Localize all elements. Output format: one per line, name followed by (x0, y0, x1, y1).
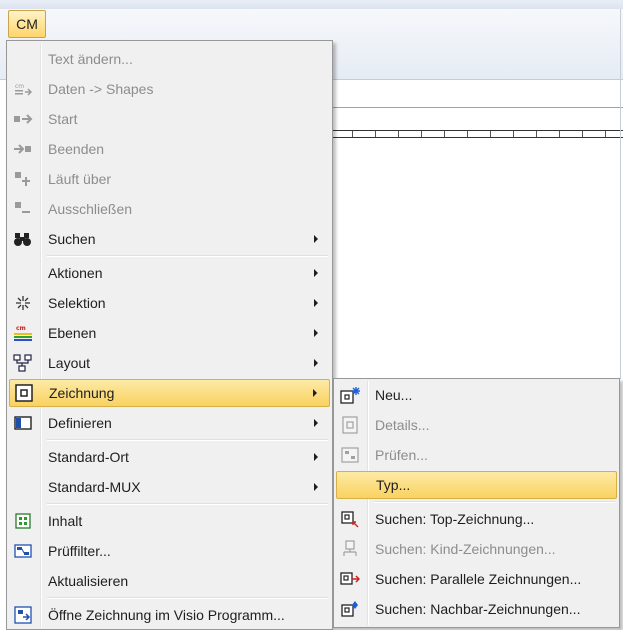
find-children-icon (339, 538, 361, 560)
menu-item-data-shapes[interactable]: cm Daten -> Shapes (9, 75, 330, 103)
menu-item-layout[interactable]: Layout (9, 349, 330, 377)
submenu-arrow-icon (314, 453, 318, 461)
binoculars-icon (12, 228, 34, 250)
menu-item-content[interactable]: Inhalt (9, 507, 330, 535)
drawing-icon (13, 382, 35, 404)
menu-item-drawing[interactable]: Zeichnung (9, 379, 330, 407)
new-drawing-icon (339, 384, 361, 406)
menu-separator (47, 597, 328, 599)
runs-over-icon (12, 168, 34, 190)
svg-text:cm: cm (15, 83, 24, 90)
menu-item-define[interactable]: Definieren (9, 409, 330, 437)
document-ruler (330, 130, 623, 138)
submenu-item-check[interactable]: Prüfen... (336, 441, 617, 469)
submenu-item-type[interactable]: Typ... (336, 471, 617, 499)
layout-icon (12, 352, 34, 374)
menu-item-selection[interactable]: Selektion (9, 289, 330, 317)
menu-separator (374, 501, 615, 503)
submenu-arrow-icon (314, 359, 318, 367)
data-shapes-icon: cm (12, 78, 34, 100)
drawing-submenu: Neu... Details... Prüfen... Typ... Suche… (333, 378, 620, 628)
menu-item-refresh[interactable]: Aktualisieren (9, 567, 330, 595)
content-icon (12, 510, 34, 532)
selection-icon (12, 292, 34, 314)
menu-item-search[interactable]: Suchen (9, 225, 330, 253)
submenu-arrow-icon (314, 235, 318, 243)
menu-separator (47, 439, 328, 441)
details-icon (339, 414, 361, 436)
cm-tab[interactable]: CM (8, 10, 46, 38)
submenu-arrow-icon (313, 389, 317, 397)
end-icon (12, 138, 34, 160)
menu-item-standard-location[interactable]: Standard-Ort (9, 443, 330, 471)
submenu-item-find-neighbor[interactable]: Suchen: Nachbar-Zeichnungen... (336, 595, 617, 623)
visio-open-icon (12, 604, 34, 626)
menu-item-open-in-visio[interactable]: Öffne Zeichnung im Visio Programm... (9, 601, 330, 629)
text-edit-icon (12, 48, 34, 70)
submenu-arrow-icon (314, 483, 318, 491)
menu-item-layers[interactable]: cm Ebenen (9, 319, 330, 347)
svg-text:cm: cm (16, 325, 26, 332)
cm-main-menu: Text ändern... cm Daten -> Shapes Start … (6, 40, 333, 630)
check-icon (339, 444, 361, 466)
submenu-item-find-parallel[interactable]: Suchen: Parallele Zeichnungen... (336, 565, 617, 593)
menu-item-runs-over[interactable]: Läuft über (9, 165, 330, 193)
submenu-arrow-icon (314, 299, 318, 307)
menu-item-start[interactable]: Start (9, 105, 330, 133)
menu-item-actions[interactable]: Aktionen (9, 259, 330, 287)
submenu-arrow-icon (314, 329, 318, 337)
menu-item-check-filter[interactable]: Prüffilter... (9, 537, 330, 565)
find-neighbor-icon (339, 598, 361, 620)
define-icon (12, 412, 34, 434)
check-filter-icon (12, 540, 34, 562)
menu-item-standard-mux[interactable]: Standard-MUX (9, 473, 330, 501)
find-parallel-icon (339, 568, 361, 590)
menu-item-text-edit[interactable]: Text ändern... (9, 45, 330, 73)
submenu-item-details[interactable]: Details... (336, 411, 617, 439)
exclude-icon (12, 198, 34, 220)
submenu-arrow-icon (314, 269, 318, 277)
document-border (330, 107, 623, 108)
submenu-item-find-top[interactable]: Suchen: Top-Zeichnung... (336, 505, 617, 533)
menu-item-end[interactable]: Beenden (9, 135, 330, 163)
find-top-icon (339, 508, 361, 530)
submenu-item-new[interactable]: Neu... (336, 381, 617, 409)
menu-separator (47, 255, 328, 257)
layers-icon: cm (12, 322, 34, 344)
submenu-item-find-children[interactable]: Suchen: Kind-Zeichnungen... (336, 535, 617, 563)
document-edge (620, 9, 621, 379)
menu-item-exclude[interactable]: Ausschließen (9, 195, 330, 223)
start-icon (12, 108, 34, 130)
submenu-arrow-icon (314, 419, 318, 427)
menu-separator (47, 503, 328, 505)
